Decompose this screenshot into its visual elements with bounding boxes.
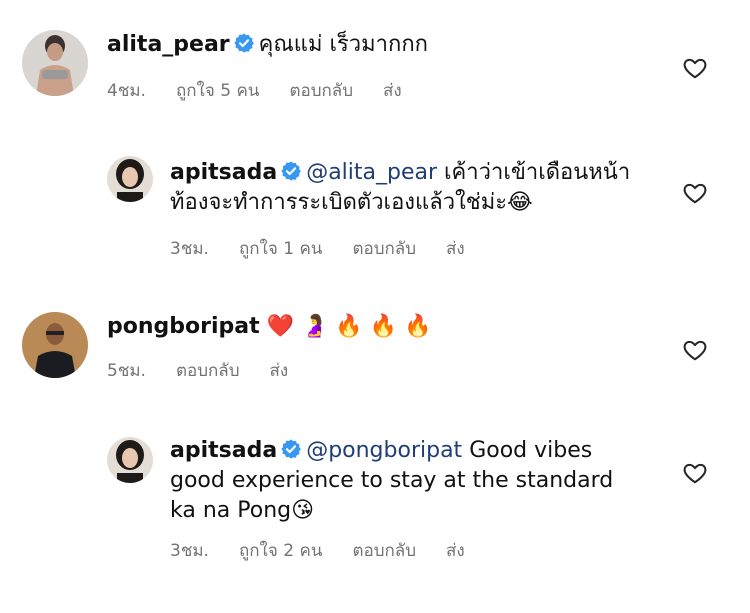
mention-link[interactable]: @pongboripat [306,438,462,463]
comment-meta: 3ชม. ถูกใจ 1 คน ตอบกลับ ส่ง [170,235,495,262]
reply-button[interactable]: ตอบกลับ [289,77,353,104]
heart-icon[interactable] [682,460,708,486]
comment-alita-pear: alita_pear คุณแม่ เร็วมากกก 4ชม. ถูกใจ 5 ค… [0,0,750,130]
heart-icon[interactable] [682,337,708,363]
timestamp: 4ชม. [107,81,146,101]
comment-meta: 3ชม. ถูกใจ 2 คน ตอบกลับ ส่ง [170,537,495,564]
avatar[interactable] [22,312,88,378]
comment-text-line1: Good vibes [469,438,593,463]
heart-icon[interactable] [682,55,708,81]
send-button[interactable]: ส่ง [446,537,465,564]
send-button[interactable]: ส่ง [270,357,289,384]
laughing-emoji-icon: 😂 [507,190,533,215]
comment-body: alita_pear คุณแม่ เร็วมากกก [107,30,428,60]
reply-button[interactable]: ตอบกลับ [176,357,240,384]
comment-text-line2: ท้องจะทำการระเบิดตัวเองแล้วใช่ม่ะ [170,190,508,215]
avatar[interactable] [22,30,88,96]
likes-count[interactable]: ถูกใจ 2 คน [239,537,322,564]
username[interactable]: alita_pear [107,32,230,57]
avatar[interactable] [107,437,153,483]
mention-link[interactable]: @alita_pear [306,160,437,185]
comment-text-line1: เค้าว่าเข้าเดือนหน้า [444,160,631,185]
verified-badge-icon [280,160,302,182]
comment-body: pongboripat ❤️ 🤰 🔥 🔥 🔥 [107,312,432,342]
verified-badge-icon [280,438,302,460]
username[interactable]: pongboripat [107,314,260,339]
reply-apitsada-1: apitsada @alita_pear เค้าว่าเข้าเดือนหน้า… [0,130,750,280]
timestamp: 3ชม. [170,541,209,561]
timestamp: 5ชม. [107,361,146,381]
reply-button[interactable]: ตอบกลับ [352,235,416,262]
likes-count[interactable]: ถูกใจ 1 คน [239,235,322,262]
comment-meta: 5ชม. ตอบกลับ ส่ง [107,357,318,384]
avatar[interactable] [107,156,153,202]
username[interactable]: apitsada [170,160,277,185]
reply-button[interactable]: ตอบกลับ [352,537,416,564]
comment-text: คุณแม่ เร็วมากกก [258,32,428,57]
timestamp: 3ชม. [170,239,209,259]
heart-icon[interactable] [682,180,708,206]
kiss-emoji-icon: 😘 [291,498,315,523]
likes-count[interactable]: ถูกใจ 5 คน [176,77,259,104]
reaction-emojis-icon: ❤️ 🤰 🔥 🔥 🔥 [266,314,432,339]
verified-badge-icon [233,32,255,54]
comment-text-line2: good experience to stay at the standard [170,468,614,493]
comment-body: apitsada @alita_pear เค้าว่าเข้าเดือนหน้า… [170,158,640,218]
send-button[interactable]: ส่ง [383,77,402,104]
username[interactable]: apitsada [170,438,277,463]
comment-text-line3: ka na Pong [170,498,292,523]
send-button[interactable]: ส่ง [446,235,465,262]
comment-meta: 4ชม. ถูกใจ 5 คน ตอบกลับ ส่ง [107,77,432,104]
comment-pongboripat: pongboripat ❤️ 🤰 🔥 🔥 🔥 5ชม. ตอบกลับ ส่ง [0,290,750,410]
comment-body: apitsada @pongboripat Good vibes good exp… [170,436,650,526]
reply-apitsada-2: apitsada @pongboripat Good vibes good exp… [0,410,750,610]
